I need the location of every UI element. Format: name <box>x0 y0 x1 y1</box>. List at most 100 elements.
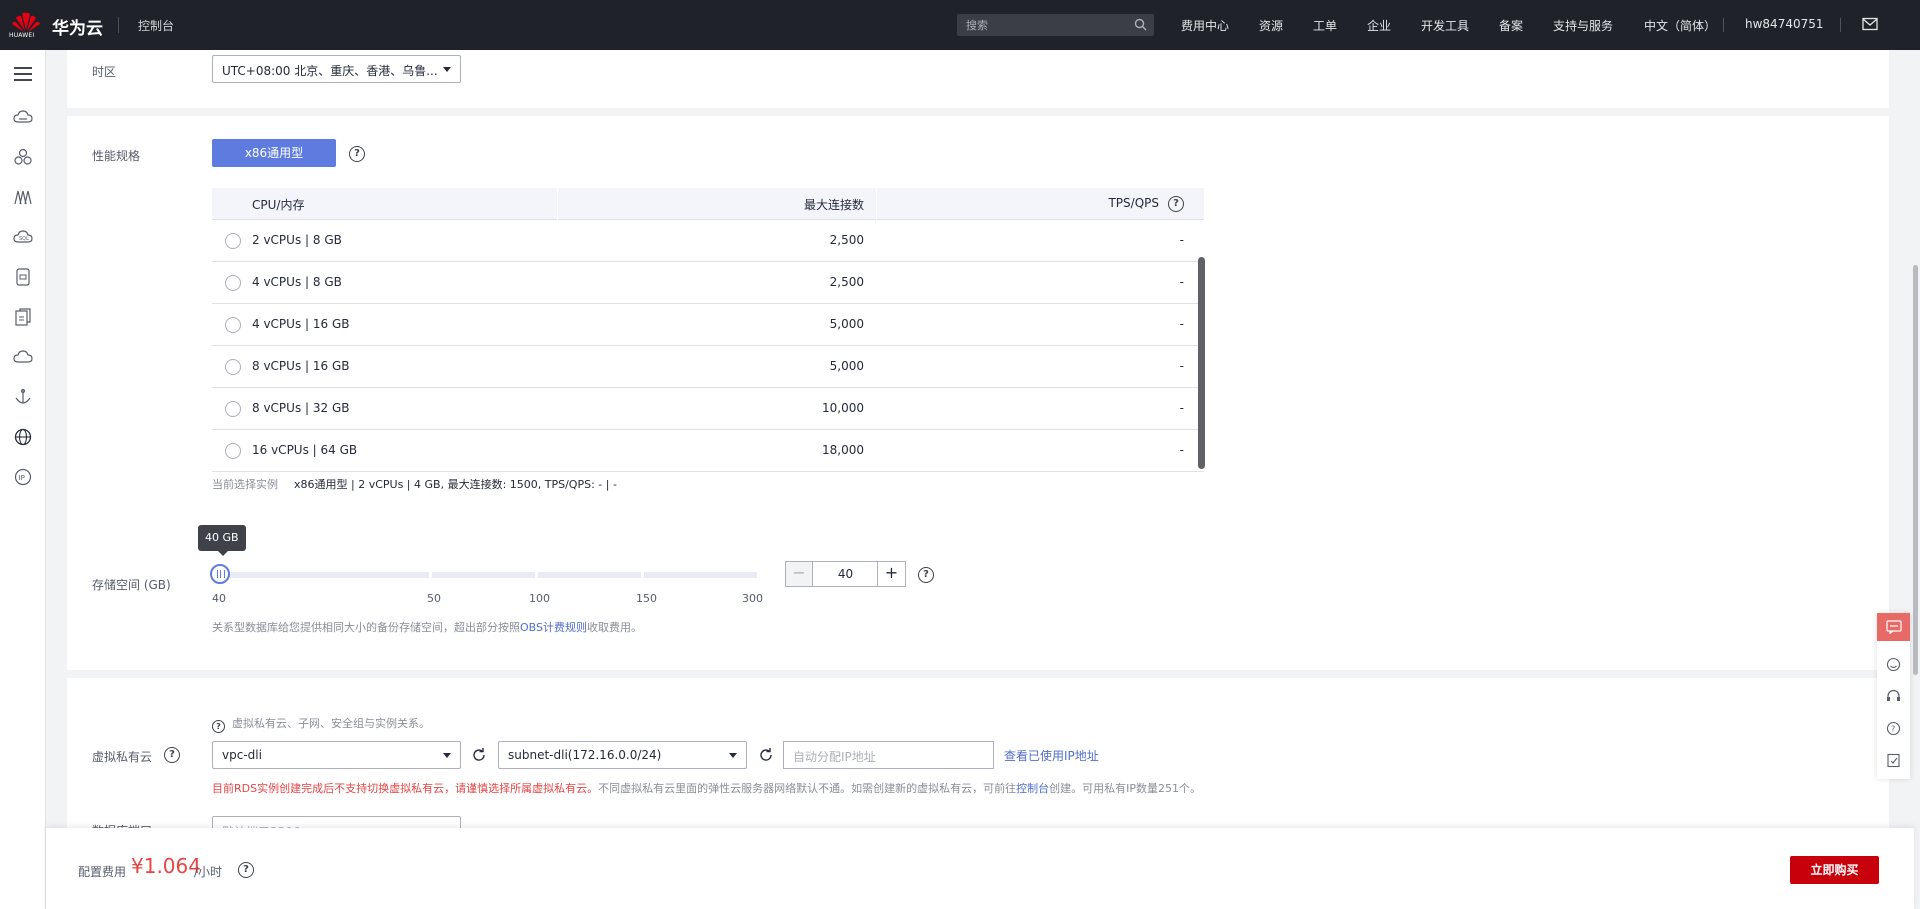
question-icon[interactable]: ? <box>1886 721 1901 736</box>
smile-icon[interactable] <box>1886 657 1901 672</box>
vpc-value: vpc-dli <box>222 748 262 762</box>
console-link[interactable]: 控制台 <box>1016 782 1049 795</box>
vpc-tip-text: 虚拟私有云、子网、安全组与实例关系。 <box>232 717 430 730</box>
cpu-memory-cell: 4 vCPUs | 16 GB <box>252 317 350 331</box>
radio-button[interactable] <box>225 275 241 291</box>
radio-button[interactable] <box>225 359 241 375</box>
radio-button[interactable] <box>225 317 241 333</box>
cloud-server-icon[interactable] <box>13 107 33 127</box>
svg-text:?: ? <box>1891 725 1895 734</box>
table-row[interactable]: 16 vCPUs | 64 GB 18,000 - <box>212 430 1204 472</box>
cdn-icon[interactable] <box>13 187 33 207</box>
buy-now-button[interactable]: 立即购买 <box>1790 856 1879 884</box>
fee-unit: /小时 <box>194 865 223 879</box>
nav-resources[interactable]: 资源 <box>1259 17 1283 34</box>
table-row[interactable]: 8 vCPUs | 16 GB 5,000 - <box>212 346 1204 388</box>
vpc-warning-red: 目前RDS实例创建完成后不支持切换虚拟私有云，请谨慎选择所属虚拟私有云。 <box>212 782 599 795</box>
slider-track-segment[interactable] <box>644 572 757 578</box>
tps-qps-cell: - <box>1179 443 1184 457</box>
slider-tick: 300 <box>742 592 763 605</box>
help-icon[interactable]: ? <box>212 720 225 733</box>
help-icon[interactable]: ? <box>164 747 180 763</box>
anchor-icon[interactable] <box>13 387 33 407</box>
radio-button[interactable] <box>225 401 241 417</box>
nav-support[interactable]: 支持与服务 <box>1553 17 1613 34</box>
slider-tick: 150 <box>636 592 657 605</box>
nav-username[interactable]: hw84740751 <box>1745 17 1824 31</box>
radio-button[interactable] <box>225 233 241 249</box>
nav-enterprise[interactable]: 企业 <box>1367 17 1391 34</box>
search-box[interactable] <box>957 14 1154 36</box>
database-icon[interactable]: SQL <box>13 227 33 247</box>
tps-qps-cell: - <box>1179 233 1184 247</box>
subnet-select[interactable]: subnet-dli(172.16.0.0/24) <box>498 741 747 769</box>
brand-name[interactable]: 华为云 <box>52 14 103 39</box>
current-selection-label: 当前选择实例 <box>212 478 278 491</box>
header-cpu-memory: CPU/内存 <box>252 198 305 212</box>
chevron-down-icon <box>729 753 737 758</box>
page-scrollbar[interactable] <box>1913 265 1918 675</box>
divider <box>1840 18 1841 32</box>
refresh-icon[interactable] <box>759 748 773 762</box>
ip-address-input[interactable]: 自动分配IP地址 <box>783 741 994 769</box>
console-link[interactable]: 控制台 <box>138 17 174 34</box>
radio-button[interactable] <box>225 443 241 459</box>
table-row[interactable]: 4 vCPUs | 8 GB 2,500 - <box>212 262 1204 304</box>
cpu-memory-cell: 4 vCPUs | 8 GB <box>252 275 342 289</box>
slider-tick: 40 <box>212 592 226 605</box>
storage-stepper[interactable]: − 40 + <box>785 561 906 587</box>
fee-label: 配置费用 <box>78 865 127 879</box>
vpc-select[interactable]: vpc-dli <box>212 741 461 769</box>
nav-dev-tools[interactable]: 开发工具 <box>1421 17 1469 34</box>
document-icon[interactable] <box>13 307 33 327</box>
help-icon[interactable]: ? <box>918 567 934 583</box>
table-row[interactable]: 8 vCPUs | 32 GB 10,000 - <box>212 388 1204 430</box>
headset-icon[interactable] <box>1886 689 1901 704</box>
help-icon[interactable]: ? <box>238 862 254 878</box>
nav-cost-center[interactable]: 费用中心 <box>1181 17 1229 34</box>
nav-tickets[interactable]: 工单 <box>1313 17 1337 34</box>
storage-note-text: 收取费用。 <box>587 621 642 634</box>
timezone-value: UTC+08:00 北京、重庆、香港、乌鲁... <box>222 64 438 78</box>
nav-language[interactable]: 中文（简体） <box>1644 17 1716 34</box>
ip-icon[interactable]: IP <box>13 467 33 487</box>
view-used-ip-link[interactable]: 查看已使用IP地址 <box>1004 747 1099 764</box>
refresh-icon[interactable] <box>472 748 486 762</box>
obs-billing-link[interactable]: OBS计费规则 <box>520 621 587 634</box>
timezone-label: 时区 <box>92 65 117 79</box>
current-selection: 当前选择实例 x86通用型 | 2 vCPUs | 4 GB, 最大连接数: 15… <box>212 476 617 492</box>
max-connections-cell: 18,000 <box>822 443 864 457</box>
feedback-icon[interactable] <box>1886 753 1901 768</box>
timezone-select[interactable]: UTC+08:00 北京、重庆、香港、乌鲁... <box>212 55 461 83</box>
cloud-icon[interactable] <box>13 347 33 367</box>
nav-filing[interactable]: 备案 <box>1499 17 1523 34</box>
help-icon[interactable]: ? <box>349 146 365 162</box>
spec-label: 性能规格 <box>92 149 141 163</box>
table-header: CPU/内存 最大连接数 TPS/QPS ? <box>212 188 1204 220</box>
chat-icon[interactable] <box>1877 613 1910 641</box>
cpu-memory-cell: 8 vCPUs | 32 GB <box>252 401 350 415</box>
max-connections-cell: 2,500 <box>829 233 864 247</box>
minus-button[interactable]: − <box>786 562 813 586</box>
storage-icon[interactable] <box>13 267 33 287</box>
search-input[interactable] <box>957 14 1127 36</box>
table-row[interactable]: 2 vCPUs | 8 GB 2,500 - <box>212 220 1204 262</box>
mail-icon[interactable] <box>1862 17 1878 34</box>
cluster-icon[interactable] <box>13 147 33 167</box>
slider-track-segment[interactable] <box>432 572 535 578</box>
search-icon[interactable] <box>1134 18 1147 34</box>
globe-icon[interactable] <box>13 427 33 447</box>
timezone-section: 时区 UTC+08:00 北京、重庆、香港、乌鲁... <box>67 50 1889 108</box>
header-tps-qps: TPS/QPS <box>1108 196 1159 210</box>
x86-general-button[interactable]: x86通用型 <box>212 139 336 167</box>
slider-track-segment[interactable] <box>538 572 641 578</box>
help-icon[interactable]: ? <box>1168 196 1184 212</box>
table-row[interactable]: 4 vCPUs | 16 GB 5,000 - <box>212 304 1204 346</box>
plus-button[interactable]: + <box>878 562 905 586</box>
slider-track-segment[interactable] <box>212 572 429 578</box>
slider-thumb[interactable] <box>210 564 230 584</box>
menu-icon[interactable] <box>13 64 33 84</box>
table-scrollbar[interactable] <box>1198 257 1205 469</box>
storage-value[interactable]: 40 <box>814 562 878 586</box>
max-connections-cell: 5,000 <box>829 359 864 373</box>
